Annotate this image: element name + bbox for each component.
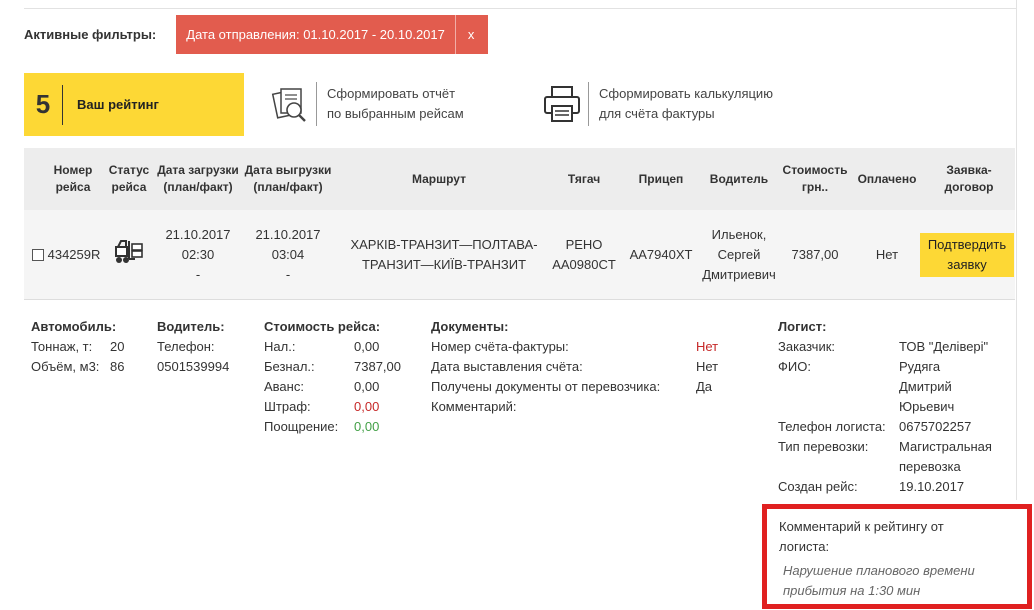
rating-label: Ваш рейтинг [77, 97, 159, 112]
rating-value: 5 [35, 89, 51, 119]
docs-received-label: Получены документы от перевозчика: [431, 379, 661, 394]
fine-value: 0,00 [354, 399, 380, 414]
cell-paid: Нет [875, 247, 899, 262]
documents-details: Документы: Номер счёта-фактуры: Нет Дата … [431, 317, 718, 417]
customer-label: Заказчик: [778, 339, 836, 354]
calc-line-2: для счёта фактуры [599, 106, 715, 121]
cell-trailer: AA7940XT [629, 247, 693, 262]
driver-title: Водитель: [157, 319, 225, 334]
row-select-checkbox[interactable] [31, 249, 44, 261]
cell-trip-no: 434259R [28, 210, 104, 300]
invoice-no-label: Номер счёта-фактуры: [431, 339, 569, 354]
cash-label: Нал.: [264, 339, 296, 354]
fine-label: Штраф: [264, 399, 311, 414]
tonnage-label: Тоннаж, т: [31, 339, 93, 354]
rating-comment-box: Комментарий к рейтингу от логиста: Наруше… [762, 504, 1032, 609]
invoice-date-label: Дата выставления счёта: [431, 359, 583, 374]
cost-title: Стоимость рейса: [264, 319, 381, 334]
report-line-1: Сформировать отчёт [327, 86, 456, 101]
cell-driver: Ильенок, Сергей Дмитриевич [702, 227, 776, 282]
printer-icon [542, 82, 582, 126]
col-trip-no: Номер рейса [53, 163, 93, 194]
filter-chip-departure-date[interactable]: Дата отправления: 01.10.2017 - 20.10.201… [176, 15, 489, 54]
docs-received-value: Да [696, 379, 713, 394]
col-cost: Стоимость грн.. [782, 163, 848, 194]
col-request: Заявка-договор [944, 163, 994, 194]
trip-number: 434259R [47, 247, 101, 262]
generate-report-button[interactable]: Сформировать отчёт по выбранным рейсам [270, 82, 464, 126]
top-divider [24, 8, 1017, 9]
volume-value: 86 [110, 359, 125, 374]
logist-phone-label: Телефон логиста: [778, 419, 886, 434]
col-route: Маршрут [411, 171, 467, 186]
driver-phone-value: 0501539994 [157, 359, 230, 374]
right-divider [1016, 0, 1017, 500]
cell-request: Подтвердить заявку [920, 210, 1014, 300]
docs-comment-label: Комментарий: [431, 399, 517, 414]
report-separator [316, 82, 317, 126]
transport-type-label: Тип перевозки: [778, 439, 869, 454]
vehicle-details: Автомобиль: Тоннаж, т: 20 Объём, м3: 86 [31, 317, 124, 377]
transport-type-value: Магистральная перевозка [899, 439, 992, 474]
driver-phone-label: Телефон: [157, 339, 215, 354]
col-trailer: Прицеп [638, 171, 684, 186]
invoice-no-value: Нет [696, 339, 719, 354]
driver-details: Водитель: Телефон: 0501539994 [157, 317, 229, 377]
customer-value: ТОВ "Делівері" [899, 339, 989, 354]
col-unload-date: Дата выгрузки (план/факт) [244, 163, 332, 194]
logist-details: Логист: Заказчик: ТОВ "Делівері" ФИО: Рудя… [778, 317, 992, 497]
filter-chip-close-button[interactable]: x [454, 15, 479, 54]
created-label: Создан рейс: [778, 479, 858, 494]
vehicle-title: Автомобиль: [31, 319, 117, 334]
generate-calculation-button[interactable]: Сформировать калькуляцию для счёта факту… [542, 82, 773, 126]
report-text: Сформировать отчёт по выбранным рейсам [327, 84, 464, 124]
rating-comment-value: Нарушение планового времени прибытия на 1… [783, 563, 975, 598]
col-driver: Водитель [709, 171, 769, 186]
cash-value: 0,00 [354, 339, 380, 354]
logist-title: Логист: [778, 319, 827, 334]
table-row[interactable]: 434259R 21.10.2017 02:30- 21.10.2017 03:04… [24, 210, 1015, 300]
filter-chip-text: Дата отправления: 01.10.2017 - 20.10.201… [186, 27, 445, 42]
fio-label: ФИО: [778, 359, 811, 374]
cell-status [106, 210, 152, 300]
trips-table-header: Номер рейса Статус рейса Дата загрузки (пла… [24, 148, 1015, 210]
report-docs-icon [270, 82, 310, 126]
confirm-request-button[interactable]: Подтвердить заявку [920, 233, 1014, 277]
calc-line-1: Сформировать калькуляцию [599, 86, 773, 101]
tonnage-value: 20 [110, 339, 125, 354]
col-load-date: Дата загрузки (план/факт) [157, 163, 239, 194]
documents-title: Документы: [431, 319, 509, 334]
cost-details: Стоимость рейса: Нал.: 0,00 Безнал.: 7387,… [264, 317, 401, 437]
calc-separator [588, 82, 589, 126]
created-value: 19.10.2017 [899, 479, 965, 494]
bonus-label: Поощрение: [264, 419, 339, 434]
noncash-value: 7387,00 [354, 359, 401, 374]
logist-phone-value: 0675702257 [899, 419, 972, 434]
bonus-value: 0,00 [354, 419, 380, 434]
advance-value: 0,00 [354, 379, 380, 394]
cell-load-date: 21.10.2017 02:30- [165, 227, 231, 282]
col-paid: Оплачено [857, 171, 917, 186]
col-tractor: Тягач [567, 171, 601, 186]
cell-cost: 7387,00 [791, 247, 839, 262]
forklift-status-icon [113, 239, 145, 271]
cell-tractor: РЕНО AA0980CT [552, 237, 616, 272]
calc-text: Сформировать калькуляцию для счёта факту… [599, 84, 773, 124]
rating-comment-label: Комментарий к рейтингу от логиста: [779, 519, 944, 554]
fio-value: Рудяга Дмитрий Юрьевич [899, 359, 955, 414]
cell-route: ХАРКІВ-ТРАНЗИТ—ПОЛТАВА- ТРАНЗИТ—КИЇВ-ТРАН… [350, 237, 538, 272]
rating-box: 5 Ваш рейтинг [24, 73, 244, 136]
report-line-2: по выбранным рейсам [327, 106, 464, 121]
rating-separator [62, 84, 63, 125]
volume-label: Объём, м3: [31, 359, 100, 374]
col-status: Статус рейса [108, 163, 150, 194]
active-filters: Активные фильтры: Дата отправления: 01.1… [24, 15, 489, 54]
cell-unload-date: 21.10.2017 03:04- [255, 227, 321, 282]
noncash-label: Безнал.: [264, 359, 315, 374]
invoice-date-value: Нет [696, 359, 719, 374]
active-filters-label: Активные фильтры: [24, 27, 157, 42]
advance-label: Аванс: [264, 379, 304, 394]
